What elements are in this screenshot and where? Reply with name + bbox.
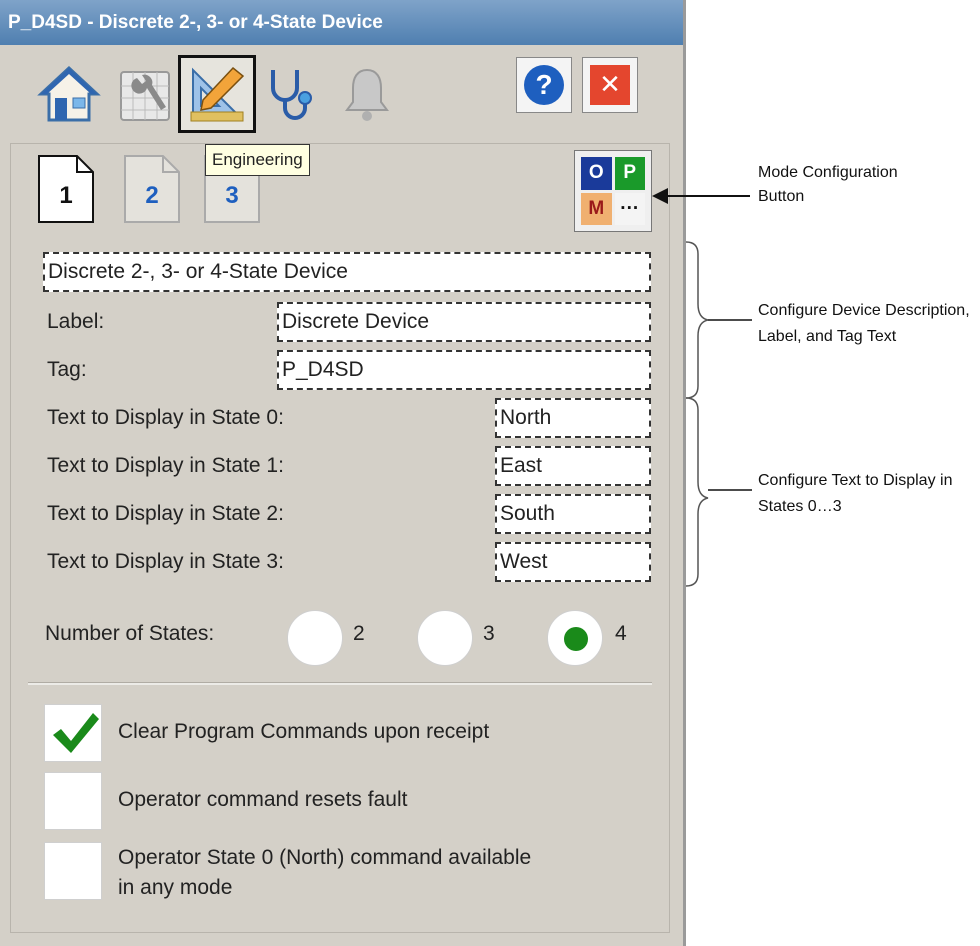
annotation-states-line2: States 0…3 — [758, 498, 842, 515]
annotation-description-line1: Configure Device Description, — [758, 302, 970, 319]
engineering-tooltip: Engineering — [205, 144, 310, 176]
annotation-mode-config-line2: Button — [758, 188, 805, 205]
annotation-mode-config-line1: Mode Configuration — [758, 164, 898, 181]
annotation-states-line1: Configure Text to Display in — [758, 472, 953, 489]
annotation-description-line2: Label, and Tag Text — [758, 328, 897, 345]
